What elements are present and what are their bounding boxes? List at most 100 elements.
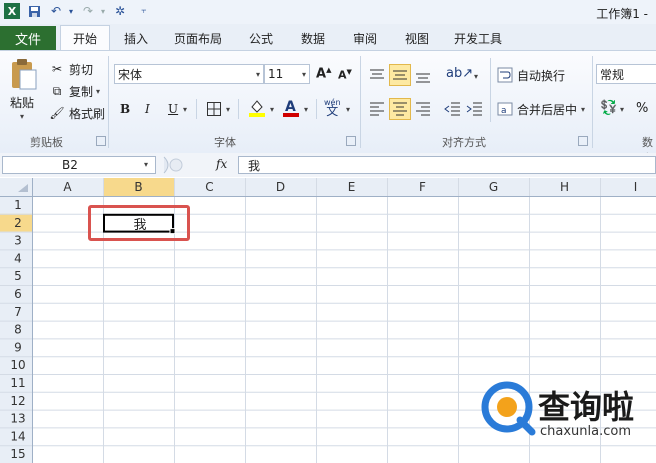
italic-button[interactable]: I — [145, 102, 150, 116]
clipboard-launcher-icon[interactable] — [96, 136, 106, 146]
column-header-C[interactable]: C — [205, 180, 213, 194]
row-header-15[interactable]: 15 — [10, 447, 25, 461]
increase-indent-icon[interactable] — [466, 100, 484, 121]
align-middle-icon[interactable] — [389, 64, 411, 86]
copy-dropdown-icon: ▾ — [96, 86, 101, 96]
tab-insert[interactable]: 插入 — [112, 26, 160, 50]
format-painter-label: 格式刷 — [69, 106, 106, 121]
underline-dropdown-icon[interactable]: ▾ — [183, 105, 187, 114]
currency-icon[interactable]: 💱 — [600, 100, 617, 116]
save-icon[interactable] — [26, 3, 42, 19]
row-header-4[interactable]: 4 — [14, 251, 22, 265]
align-left-icon[interactable] — [368, 100, 386, 121]
column-header-H[interactable]: H — [560, 180, 569, 194]
number-format-value: 常规 — [600, 67, 625, 82]
separator — [196, 99, 197, 119]
tab-review[interactable]: 审阅 — [342, 26, 388, 50]
currency-dropdown-icon[interactable]: ▾ — [620, 105, 624, 114]
number-format-combo[interactable]: 常规 — [596, 64, 656, 84]
formula-value: 我 — [248, 159, 261, 173]
align-right-icon[interactable] — [414, 100, 432, 121]
tab-view[interactable]: 视图 — [394, 26, 440, 50]
tab-page-layout[interactable]: 页面布局 — [164, 26, 232, 50]
borders-icon[interactable] — [206, 101, 222, 120]
orientation-dropdown-icon[interactable]: ▾ — [474, 72, 478, 81]
row-header-10[interactable]: 10 — [10, 358, 25, 372]
merge-center-button[interactable]: a 合并后居中 ▾ — [496, 100, 585, 118]
phonetic-icon[interactable]: wén 文 — [324, 98, 341, 117]
orientation-icon[interactable]: ab↗ — [446, 66, 473, 81]
paste-icon[interactable] — [8, 58, 38, 90]
row-header-7[interactable]: 7 — [14, 305, 22, 319]
font-color-icon[interactable]: A — [282, 98, 300, 121]
column-header-D[interactable]: D — [276, 180, 285, 194]
tab-data[interactable]: 数据 — [290, 26, 336, 50]
fill-color-icon[interactable] — [248, 98, 266, 121]
cut-button[interactable]: ✂ 剪切 — [48, 60, 93, 78]
copy-icon: ⧉ — [52, 83, 62, 98]
redo-icon[interactable]: ↷ — [80, 3, 96, 19]
alignment-launcher-icon[interactable] — [578, 136, 588, 146]
column-header-F[interactable]: F — [419, 180, 426, 194]
separator — [592, 56, 593, 148]
align-center-icon[interactable] — [389, 98, 411, 120]
row-header-3[interactable]: 3 — [14, 234, 22, 248]
row-header-14[interactable]: 14 — [10, 429, 25, 443]
redo-dropdown-icon[interactable]: ▾ — [95, 3, 111, 19]
row-header-6[interactable]: 6 — [14, 287, 22, 301]
paste-dropdown-icon[interactable]: ▾ — [20, 112, 24, 121]
tab-home[interactable]: 开始 — [60, 25, 110, 51]
borders-dropdown-icon[interactable]: ▾ — [226, 105, 230, 114]
fill-color-dropdown-icon[interactable]: ▾ — [270, 105, 274, 114]
formula-input[interactable] — [238, 156, 656, 174]
copy-button[interactable]: ⧉ 复制 ▾ — [48, 82, 100, 100]
row-header-1[interactable]: 1 — [14, 198, 22, 212]
align-top-icon[interactable] — [368, 66, 386, 87]
font-color-dropdown-icon[interactable]: ▾ — [304, 105, 308, 114]
column-header-I[interactable]: I — [634, 180, 638, 194]
undo-icon[interactable]: ↶ — [48, 3, 64, 19]
align-bottom-icon[interactable] — [414, 66, 432, 87]
insert-function-button[interactable]: fx — [216, 157, 227, 171]
separator — [108, 56, 109, 148]
tab-developer[interactable]: 开发工具 — [446, 26, 510, 50]
row-header-11[interactable]: 11 — [10, 376, 25, 390]
separator — [490, 58, 491, 122]
row-header-5[interactable]: 5 — [14, 269, 22, 283]
row-header-13[interactable]: 13 — [10, 412, 25, 426]
tab-file[interactable]: 文件 — [0, 26, 56, 50]
format-painter-button[interactable]: 🖌 格式刷 — [48, 104, 105, 122]
font-name-combo[interactable]: 宋体 ▾ — [114, 64, 264, 84]
brush-icon: 🖌 — [49, 106, 65, 120]
column-header-E[interactable]: E — [348, 180, 356, 194]
wrap-text-button[interactable]: 自动换行 — [496, 66, 565, 84]
percent-button[interactable]: % — [636, 101, 648, 116]
svg-text:A: A — [285, 99, 296, 115]
row-header-8[interactable]: 8 — [14, 323, 22, 337]
font-name-value: 宋体 — [118, 67, 143, 82]
grow-font-icon[interactable]: A▲ — [316, 66, 331, 81]
window-title: 工作簿1 - — [596, 7, 648, 21]
name-box[interactable] — [2, 156, 156, 174]
paste-button[interactable]: 粘贴 — [10, 94, 34, 111]
name-box-dropdown-icon[interactable]: ▾ — [144, 160, 148, 169]
row-header-12[interactable]: 12 — [10, 394, 25, 408]
underline-button[interactable]: U — [168, 102, 178, 116]
undo-dropdown-icon[interactable]: ▾ — [63, 3, 79, 19]
row-header-2[interactable]: 2 — [14, 216, 22, 230]
column-header-A[interactable]: A — [63, 180, 72, 194]
font-size-dropdown-icon: ▾ — [301, 69, 306, 79]
tab-formulas[interactable]: 公式 — [238, 26, 284, 50]
row-header-9[interactable]: 9 — [14, 340, 22, 354]
customize-icon[interactable]: ⫟ — [136, 3, 152, 19]
column-header-B[interactable]: B — [134, 180, 142, 194]
font-size-combo[interactable]: 11 ▾ — [264, 64, 310, 84]
phonetic-dropdown-icon[interactable]: ▾ — [346, 105, 350, 114]
decrease-indent-icon[interactable] — [444, 100, 462, 121]
magic-wand-icon[interactable]: ✲ — [112, 3, 128, 19]
font-launcher-icon[interactable] — [346, 136, 356, 146]
column-header-G[interactable]: G — [489, 180, 498, 194]
shrink-font-icon[interactable]: A▼ — [338, 68, 352, 82]
bold-button[interactable]: B — [120, 102, 130, 116]
excel-logo-icon[interactable]: X — [4, 3, 20, 19]
